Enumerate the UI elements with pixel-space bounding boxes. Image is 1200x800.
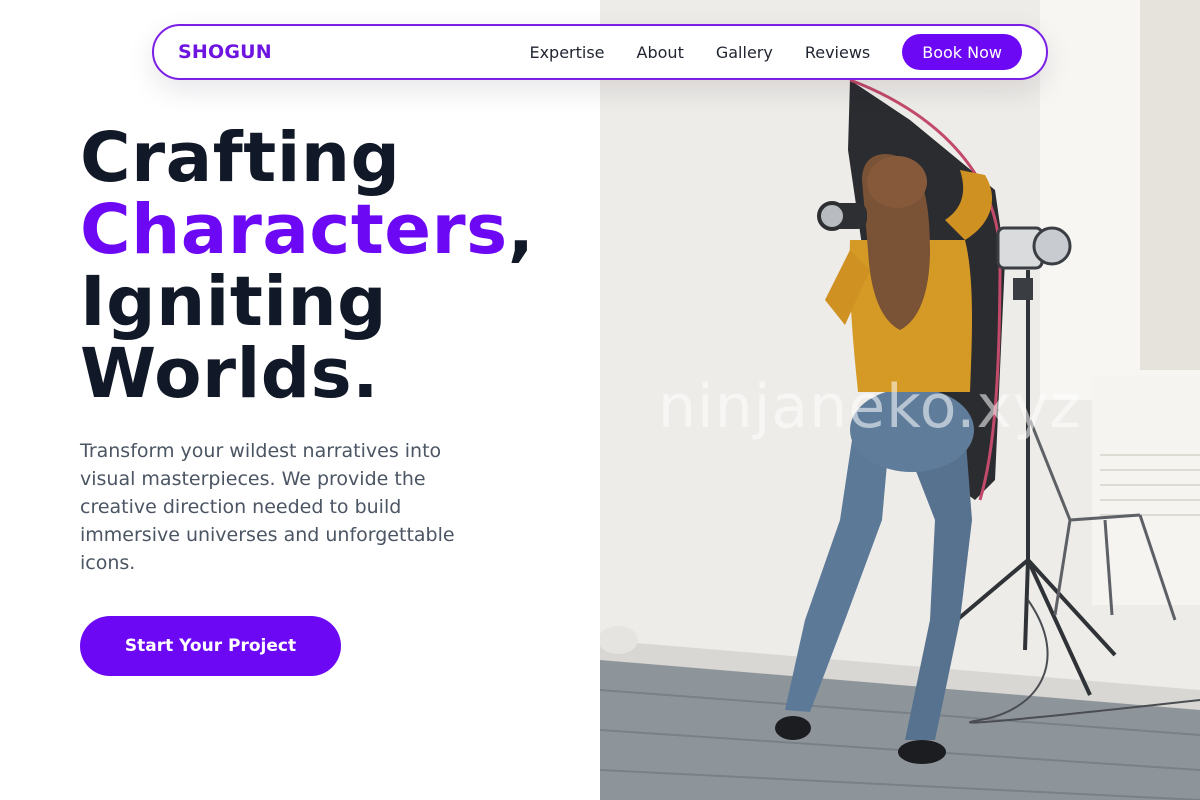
watermark-text: ninjaneko.xyz [658, 372, 1082, 442]
nav-link-expertise[interactable]: Expertise [529, 43, 604, 62]
brand-logo[interactable]: SHOGUN [178, 41, 272, 63]
nav-link-about[interactable]: About [637, 43, 684, 62]
hero-heading-line1: Crafting [80, 118, 401, 198]
hero-heading-accent: Characters [80, 190, 508, 270]
hero-photo: ninjaneko.xyz [600, 0, 1200, 800]
book-now-button[interactable]: Book Now [902, 34, 1022, 70]
nav-link-gallery[interactable]: Gallery [716, 43, 773, 62]
nav-link-reviews[interactable]: Reviews [805, 43, 870, 62]
top-navigation: SHOGUN Expertise About Gallery Reviews B… [152, 24, 1048, 80]
hero-heading-comma: , [507, 190, 535, 270]
hero-subtitle: Transform your wildest narratives into v… [80, 440, 455, 574]
nav-links: Expertise About Gallery Reviews Book Now [529, 34, 1022, 70]
hero-heading-line4: Worlds. [80, 334, 379, 414]
hero-heading-line3: Igniting [80, 262, 387, 342]
hero-heading: Crafting Characters, Igniting Worlds. [80, 122, 534, 410]
start-project-button[interactable]: Start Your Project [80, 616, 341, 676]
